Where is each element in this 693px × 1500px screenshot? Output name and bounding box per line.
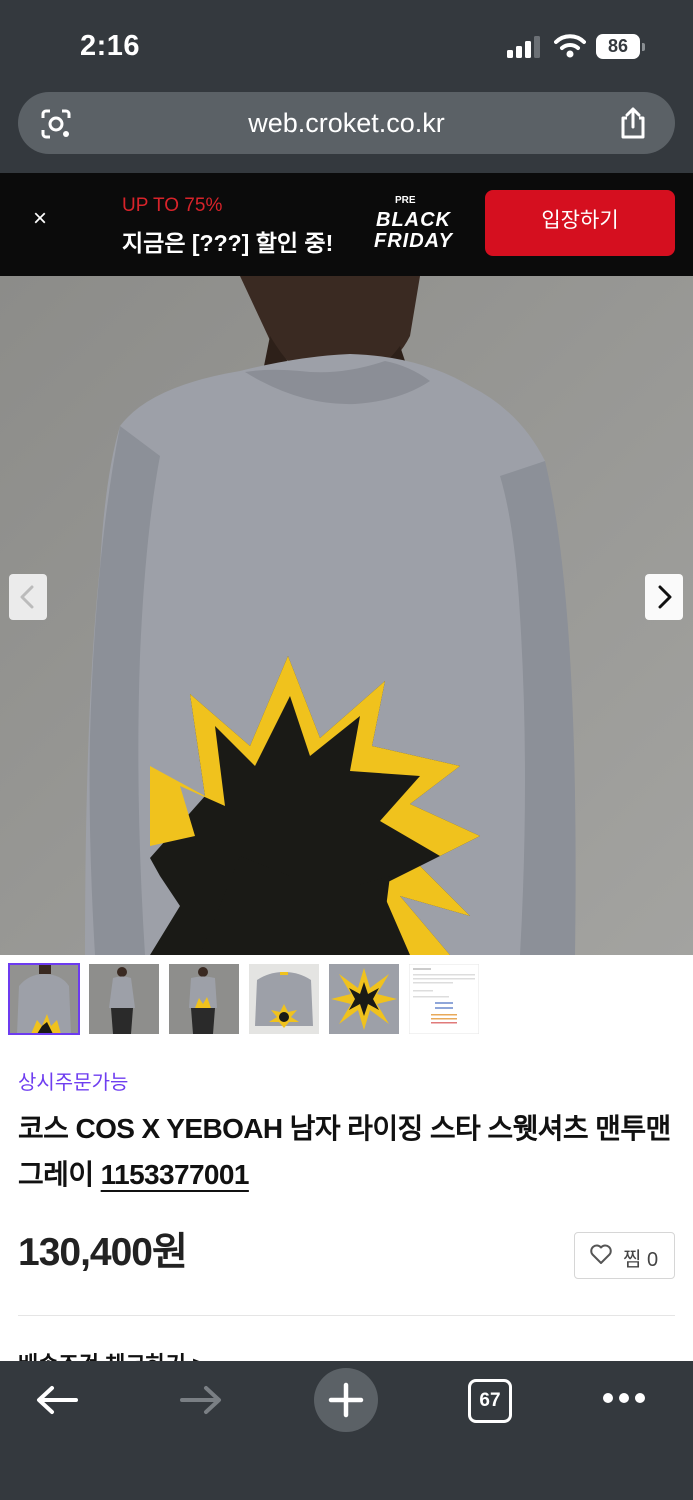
- tab-switcher-button[interactable]: 67: [468, 1379, 512, 1423]
- heart-icon: [590, 1244, 612, 1264]
- battery-icon: 86: [596, 34, 646, 59]
- thumbnail-4[interactable]: [249, 964, 319, 1034]
- new-tab-button[interactable]: [314, 1368, 378, 1432]
- plus-icon: [328, 1382, 364, 1418]
- wishlist-button[interactable]: 찜 0: [574, 1232, 675, 1279]
- chevron-right-icon: [658, 585, 672, 609]
- cellular-signal-icon: [507, 36, 540, 58]
- address-bar[interactable]: web.croket.co.kr: [18, 92, 675, 154]
- enter-event-button[interactable]: 입장하기: [485, 190, 675, 256]
- carousel-next-button[interactable]: [645, 574, 683, 620]
- chevron-left-icon: [20, 585, 34, 609]
- product-image-carousel[interactable]: [0, 276, 693, 955]
- thumbnail-1[interactable]: [8, 963, 80, 1035]
- black-friday-logo-pre: PRE: [395, 195, 416, 206]
- more-options-icon[interactable]: [601, 1391, 647, 1405]
- product-price: 130,400원: [18, 1231, 188, 1274]
- thumbnail-strip: [0, 955, 693, 1043]
- close-banner-button[interactable]: ×: [26, 205, 54, 233]
- thumbnail-2[interactable]: [89, 964, 159, 1034]
- promo-headline: 지금은 [???] 할인 중!: [122, 230, 334, 256]
- promo-banner: × UP TO 75% 지금은 [???] 할인 중! PRE BLACK FR…: [0, 173, 693, 276]
- thumbnail-5[interactable]: [329, 964, 399, 1034]
- wifi-icon: [554, 34, 586, 58]
- thumbnail-3[interactable]: [169, 964, 239, 1034]
- black-friday-logo-black: BLACK: [376, 209, 451, 231]
- forward-arrow-icon[interactable]: [178, 1385, 224, 1415]
- status-time: 2:16: [80, 30, 141, 62]
- share-icon[interactable]: [616, 106, 650, 140]
- url-text[interactable]: web.croket.co.kr: [18, 92, 675, 154]
- browser-toolbar-bottom: 67: [0, 1361, 693, 1500]
- carousel-prev-button[interactable]: [9, 574, 47, 620]
- section-divider: [18, 1315, 675, 1316]
- product-photo: [0, 276, 693, 955]
- battery-level: 86: [607, 36, 629, 56]
- tab-count: 67: [479, 1390, 501, 1411]
- product-sku-link[interactable]: 1153377001: [101, 1159, 250, 1190]
- browser-toolbar-top: web.croket.co.kr: [0, 90, 693, 173]
- thumbnail-6[interactable]: [409, 964, 479, 1034]
- promo-discount: UP TO 75%: [122, 195, 223, 216]
- product-title: 코스 COS X YEBOAH 남자 라이징 스타 스웻셔츠 맨투맨 그레이 1…: [18, 1106, 678, 1198]
- order-availability-badge: 상시주문가능: [18, 1072, 129, 1094]
- black-friday-logo-friday: FRIDAY: [374, 230, 453, 252]
- back-arrow-icon[interactable]: [34, 1385, 80, 1415]
- status-bar: 2:16 86: [0, 0, 693, 90]
- wishlist-count: 찜 0: [623, 1249, 659, 1271]
